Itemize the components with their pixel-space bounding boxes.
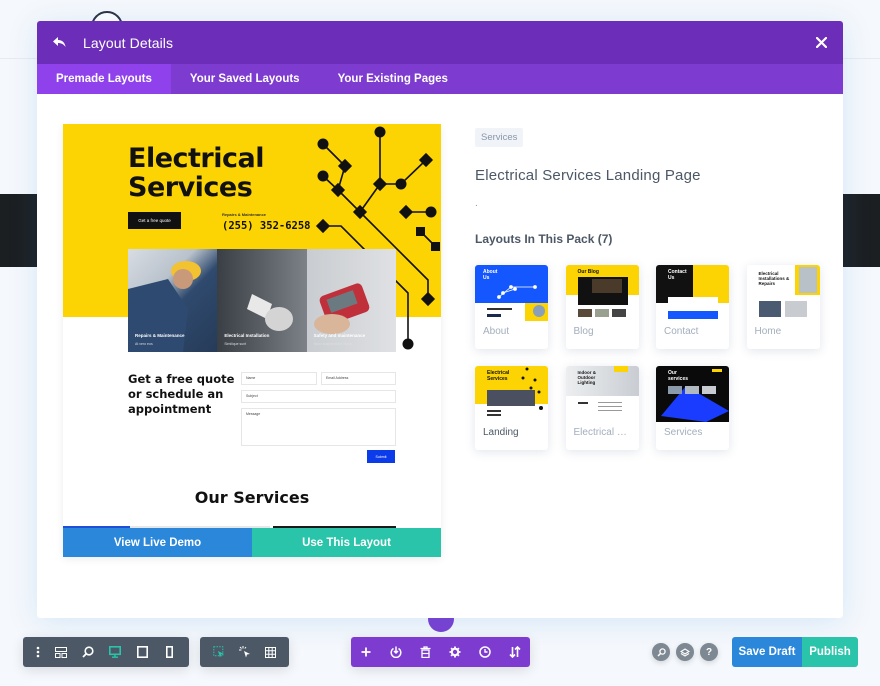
category-badge[interactable]: Services	[475, 128, 524, 147]
pack-layout-grid: About Us About Our Blog Blog Contact Us …	[475, 265, 835, 450]
layout-card-blog[interactable]: Our Blog Blog	[565, 265, 639, 349]
background-section-right	[843, 194, 880, 267]
preview-photo-subcaption: Nunc suspendisse liberis	[313, 342, 353, 346]
layout-card-label: Electrical S...	[573, 427, 632, 438]
layout-card-label: Services	[664, 427, 703, 438]
preview-name-field: Name	[241, 372, 317, 385]
layers-icon[interactable]	[676, 643, 694, 661]
tab-premade-layouts[interactable]: Premade Layouts	[37, 64, 171, 94]
layout-card-electrical-services[interactable]: Indoor & Outdoor Lighting Electrical S..…	[565, 366, 639, 450]
zoom-icon[interactable]	[75, 637, 102, 667]
wireframe-icon[interactable]	[48, 637, 75, 667]
tab-existing-pages[interactable]: Your Existing Pages	[319, 64, 467, 94]
portability-icon[interactable]	[381, 637, 411, 667]
layout-details-modal: Layout Details Premade Layouts Your Save…	[37, 21, 843, 618]
thumbnail-circuit	[497, 285, 537, 299]
layout-preview[interactable]: Electrical Services Get a free quote Rep…	[63, 124, 441, 557]
preview-photo-safety: Safety and maintenance Nunc suspendisse …	[306, 249, 396, 352]
preview-hero-title-line2: Services	[128, 172, 253, 203]
preview-phone: (255) 352-6258	[222, 220, 311, 232]
layout-card-label: Landing	[483, 427, 519, 438]
layout-card-label: Home	[754, 326, 782, 337]
layout-details-panel: Services Electrical Services Landing Pag…	[475, 127, 825, 246]
thumbnail-graphic	[661, 386, 729, 422]
preview-photo-subcaption: At vero eos	[135, 342, 153, 346]
close-icon[interactable]	[813, 35, 829, 51]
desktop-icon[interactable]	[102, 637, 129, 667]
preview-quote-button: Get a free quote	[128, 212, 181, 229]
tab-saved-layouts[interactable]: Your Saved Layouts	[171, 64, 319, 94]
view-live-demo-button[interactable]: View Live Demo	[63, 528, 252, 557]
preview-phone-label: Repairs & Maintenance	[222, 212, 267, 217]
layout-thumbnail: Contact Us	[656, 265, 729, 321]
add-icon[interactable]	[351, 637, 381, 667]
layout-description: .	[475, 198, 478, 209]
grid-icon[interactable]	[257, 637, 283, 667]
thumbnail-title: Our services	[668, 370, 689, 382]
search-icon[interactable]	[652, 643, 670, 661]
help-icon[interactable]: ?	[700, 643, 718, 661]
layout-card-about[interactable]: About Us About	[475, 265, 548, 349]
preview-actions: View Live Demo Use This Layout	[63, 528, 441, 557]
page-toolbar	[351, 637, 530, 667]
select-icon[interactable]	[206, 637, 232, 667]
layout-card-label: Contact	[664, 326, 699, 337]
preview-photo-caption: Repairs & Maintenance	[135, 333, 185, 338]
publish-button[interactable]: Publish	[802, 637, 858, 667]
preview-hero-title: Electrical Services	[128, 144, 264, 202]
layout-thumbnail: Our services	[656, 366, 729, 422]
history-icon[interactable]	[470, 637, 500, 667]
view-toolbar	[23, 637, 189, 667]
preview-photo-caption: Safety and maintenance	[313, 333, 366, 338]
preview-photo-installation: Electrical Installation Similique sunt	[217, 249, 307, 352]
preview-photo-subcaption: Similique sunt	[224, 342, 247, 346]
modal-header: Layout Details	[37, 21, 843, 64]
layout-thumbnail: Our Blog	[565, 265, 639, 321]
preview-photo-repairs: Repairs & Maintenance At vero eos	[128, 249, 218, 352]
preview-submit-button: Submit	[367, 450, 395, 463]
layout-card-label: About	[483, 326, 510, 337]
preview-hero-title-line1: Electrical	[128, 143, 264, 174]
sort-icon[interactable]	[500, 637, 530, 667]
layout-thumbnail: About Us	[475, 265, 548, 321]
pack-title: Layouts In This Pack (7)	[475, 232, 613, 246]
thumbnail-title: Contact Us	[668, 269, 687, 281]
thumbnail-title: Electrical Installations & Repairs	[758, 271, 790, 286]
layout-card-contact[interactable]: Contact Us Contact	[656, 265, 729, 349]
layout-card-label: Blog	[573, 326, 594, 337]
thumbnail-title: Our Blog	[577, 269, 599, 275]
save-draft-button[interactable]: Save Draft	[732, 637, 802, 667]
modal-title: Layout Details	[83, 34, 174, 51]
layout-name: Electrical Services Landing Page	[475, 167, 701, 184]
layout-card-landing[interactable]: Electrical Services Landing	[475, 366, 548, 450]
background-section-left	[0, 194, 37, 267]
mode-toolbar	[200, 637, 289, 667]
preview-email-field: Email Address	[321, 372, 396, 385]
layout-card-home[interactable]: Electrical Installations & Repairs Home	[746, 265, 820, 349]
more-icon[interactable]	[29, 637, 48, 667]
trash-icon[interactable]	[411, 637, 441, 667]
preview-services-heading: Our Services	[194, 488, 310, 507]
layout-thumbnail: Electrical Installations & Repairs	[746, 265, 820, 321]
phone-icon[interactable]	[156, 637, 183, 667]
preview-subject-field: Subject	[241, 390, 396, 403]
preview-service-photos: Repairs & Maintenance At vero eos Electr…	[128, 249, 396, 352]
back-icon[interactable]	[51, 35, 67, 51]
click-mode-icon[interactable]	[232, 637, 258, 667]
layout-thumbnail: Indoor & Outdoor Lighting	[565, 366, 639, 422]
tablet-icon[interactable]	[129, 637, 156, 667]
preview-photo-caption: Electrical Installation	[224, 333, 270, 338]
thumbnail-title: Indoor & Outdoor Lighting	[577, 370, 597, 385]
preview-message-field: Message	[241, 408, 396, 446]
tab-bar: Premade Layouts Your Saved Layouts Your …	[37, 64, 843, 94]
layout-thumbnail: Electrical Services	[475, 366, 548, 422]
layout-card-services[interactable]: Our services Services	[656, 366, 729, 450]
settings-icon[interactable]	[440, 637, 470, 667]
preview-quote-heading: Get a free quote or schedule an appointm…	[128, 372, 235, 416]
use-this-layout-button[interactable]: Use This Layout	[252, 528, 441, 557]
